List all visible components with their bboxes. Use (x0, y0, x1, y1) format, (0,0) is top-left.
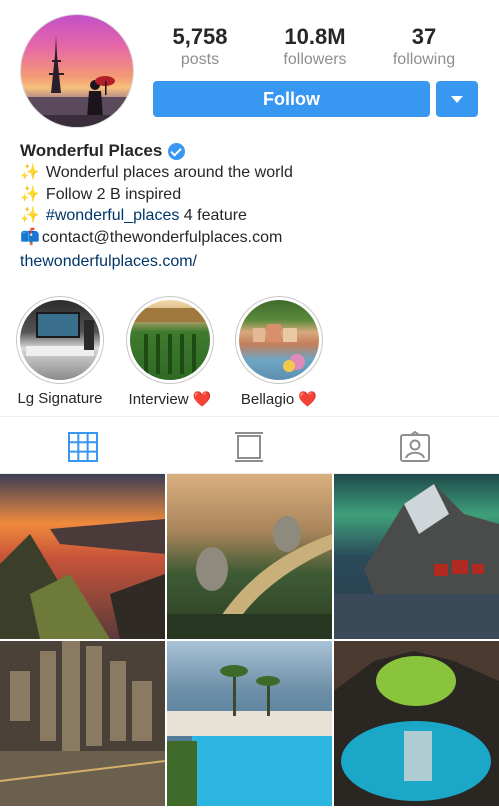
profile-stats: 5,758 posts 10.8M followers 37 following (150, 24, 490, 72)
highlight-label: Bellagio ❤️ (229, 390, 329, 408)
highlight-ring (16, 296, 104, 384)
bio-text: Follow 2 B inspired (45, 185, 182, 203)
golden-bridge-image (167, 474, 332, 639)
followers-count: 10.8M (284, 24, 346, 49)
following-label: following (392, 51, 456, 68)
highlight-label: Lg Signature (17, 390, 103, 407)
website-link[interactable]: thewonderfulplaces.com/ (20, 253, 197, 270)
post-thumbnail[interactable] (0, 474, 165, 639)
grid-icon (68, 432, 98, 462)
profile-tabs (0, 416, 499, 474)
highlight-cover-image (20, 300, 100, 380)
heart-icon: ❤️ (192, 391, 212, 408)
cypress-trees-image (130, 308, 210, 374)
posts-stat[interactable]: 5,758 posts (150, 24, 250, 70)
suggestions-dropdown-button[interactable] (436, 81, 478, 117)
highlight-label: Interview ❤️ (120, 390, 220, 408)
eiffel-tower-image (21, 35, 133, 127)
following-stat[interactable]: 37 following (374, 24, 474, 70)
hashtag-link[interactable]: #wonderful_places (46, 207, 179, 224)
chevron-down-icon (451, 96, 463, 103)
follow-button[interactable]: Follow (153, 81, 430, 117)
following-count: 37 (411, 24, 437, 49)
sagrada-familia-image (0, 641, 165, 806)
highlight-label-text: Interview (128, 391, 189, 408)
followers-label: followers (283, 51, 347, 68)
website-row: thewonderfulplaces.com/ (20, 251, 490, 273)
tagged-icon (400, 430, 430, 462)
lake-village-image (253, 324, 305, 372)
highlight-label-text: Bellagio (240, 391, 295, 408)
highlight-bellagio[interactable]: Bellagio ❤️ (229, 296, 329, 408)
profile-avatar[interactable] (20, 14, 134, 128)
bio-line: 📫 contact@thewonderfulplaces.com (20, 227, 490, 249)
bio-text: Wonderful places around the world (45, 164, 293, 181)
infinity-pool-image (167, 641, 332, 806)
heart-icon: ❤️ (298, 391, 318, 408)
feed-icon (235, 432, 263, 462)
highlight-cover-image (239, 300, 319, 380)
bio-line: ✨ Wonderful places around the world (20, 162, 490, 184)
post-thumbnail[interactable] (334, 641, 499, 806)
tv-room-image (26, 312, 94, 356)
mailbox-icon: 📫 (20, 228, 40, 246)
highlight-lg-signature[interactable]: Lg Signature (10, 296, 110, 407)
post-thumbnail[interactable] (0, 641, 165, 806)
contact-email: contact@thewonderfulplaces.com (41, 228, 283, 246)
highlight-ring (235, 296, 323, 384)
post-thumbnail[interactable] (167, 474, 332, 639)
bio-line: ✨ Follow 2 B inspired (20, 184, 490, 206)
sparkle-icon: ✨ (20, 185, 40, 203)
posts-label: posts (180, 51, 220, 68)
highlight-cover-image (130, 300, 210, 380)
sunset-cliff-image (0, 474, 165, 639)
aurora-fjord-image (334, 474, 499, 639)
highlight-interview[interactable]: Interview ❤️ (120, 296, 220, 408)
profile-name-row: Wonderful Places (20, 140, 490, 162)
verified-badge-icon (168, 142, 186, 160)
followers-stat[interactable]: 10.8M followers (265, 24, 365, 70)
sparkle-icon: ✨ (20, 207, 40, 224)
bio-line: ✨ #wonderful_places 4 feature (20, 205, 490, 227)
tab-tagged[interactable] (399, 430, 431, 463)
profile-bio: Wonderful Places ✨ Wonderful places aroun… (20, 140, 490, 273)
posts-count: 5,758 (172, 24, 228, 49)
sparkle-icon: ✨ (20, 164, 40, 181)
post-thumbnail[interactable] (167, 641, 332, 806)
cave-pool-image (334, 641, 499, 806)
post-thumbnail[interactable] (334, 474, 499, 639)
profile-name: Wonderful Places (20, 141, 163, 161)
tab-grid[interactable] (67, 431, 99, 463)
highlight-ring (126, 296, 214, 384)
tab-feed[interactable] (233, 431, 265, 463)
bio-text: 4 feature (179, 207, 247, 224)
